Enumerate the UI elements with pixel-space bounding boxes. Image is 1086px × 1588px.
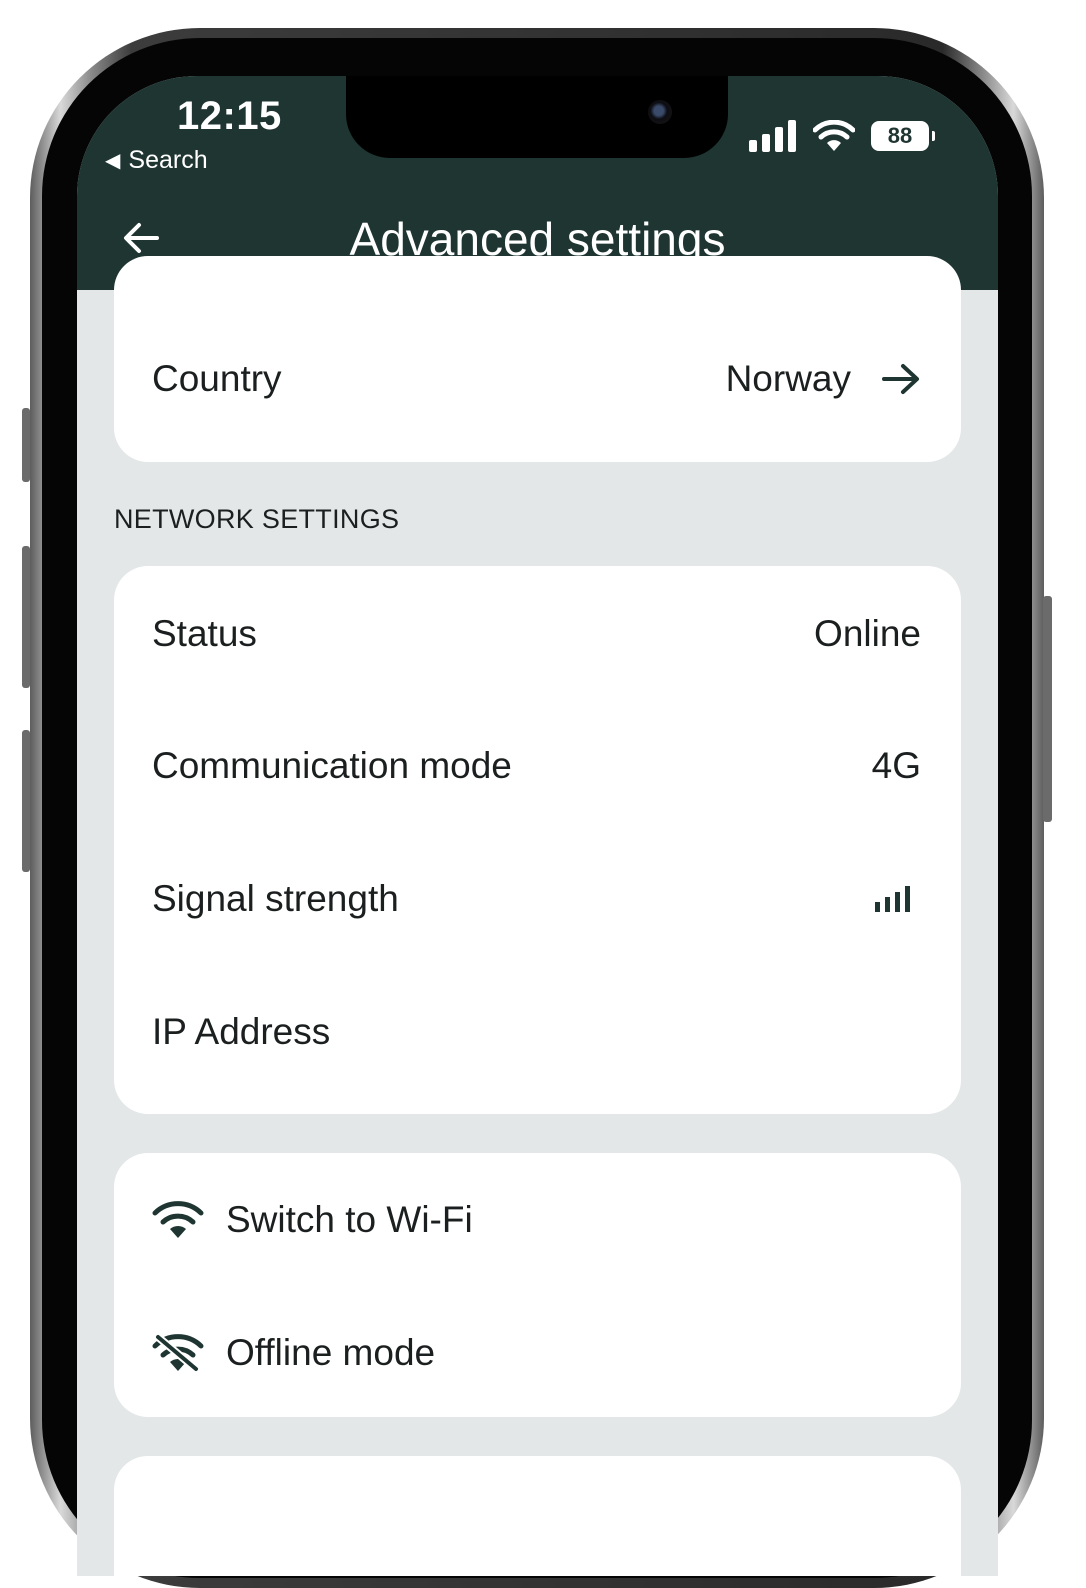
network-actions-card: Switch to Wi-Fi Offline mode: [114, 1153, 961, 1417]
switch-to-wifi-button[interactable]: Switch to Wi-Fi: [152, 1190, 473, 1250]
network-settings-heading: NETWORK SETTINGS: [114, 504, 400, 534]
signal-strength-label: Signal strength: [152, 878, 399, 919]
wifi-icon: [813, 120, 855, 151]
wifi-icon: [152, 1201, 204, 1238]
status-icons: 88: [749, 120, 935, 152]
communication-mode-row: Communication mode 4G: [152, 736, 921, 796]
cellular-signal-icon: [749, 120, 796, 152]
back-to-app-link[interactable]: ◀ Search: [105, 146, 208, 175]
battery-icon: 88: [871, 121, 935, 151]
front-camera: [648, 100, 672, 124]
wifi-off-icon: [152, 1333, 204, 1373]
silent-switch: [22, 408, 30, 482]
offline-mode-button[interactable]: Offline mode: [152, 1323, 435, 1383]
next-settings-card: [114, 1456, 961, 1576]
signal-strength-row: Signal strength: [152, 869, 921, 929]
country-label: Country: [152, 358, 282, 399]
dynamic-notch: [346, 76, 728, 158]
offline-mode-label: Offline mode: [226, 1332, 436, 1373]
signal-bars-icon: [875, 886, 910, 912]
country-card: Country Norway: [114, 256, 961, 462]
back-triangle-icon: ◀: [105, 149, 121, 172]
ip-address-label: IP Address: [152, 1011, 331, 1052]
volume-up-button: [22, 546, 30, 688]
network-settings-card: Status Online Communication mode 4G Sign…: [114, 566, 961, 1114]
communication-mode-value: 4G: [871, 745, 921, 786]
communication-mode-label: Communication mode: [152, 745, 512, 786]
status-value: Online: [814, 613, 921, 654]
country-value: Norway: [725, 358, 851, 399]
country-row[interactable]: Country Norway: [152, 349, 921, 409]
app-screen: 12:15 ◀ Search 88 Advanced settings Coun…: [77, 76, 998, 1576]
power-button: [1043, 596, 1052, 822]
switch-to-wifi-label: Switch to Wi-Fi: [226, 1199, 473, 1240]
status-label: Status: [152, 613, 257, 654]
back-app-label: Search: [128, 146, 208, 174]
ip-address-row: IP Address: [152, 1002, 921, 1062]
status-time: 12:15: [177, 94, 282, 138]
arrow-right-icon: [882, 364, 919, 394]
volume-down-button: [22, 730, 30, 872]
status-row: Status Online: [152, 604, 921, 664]
